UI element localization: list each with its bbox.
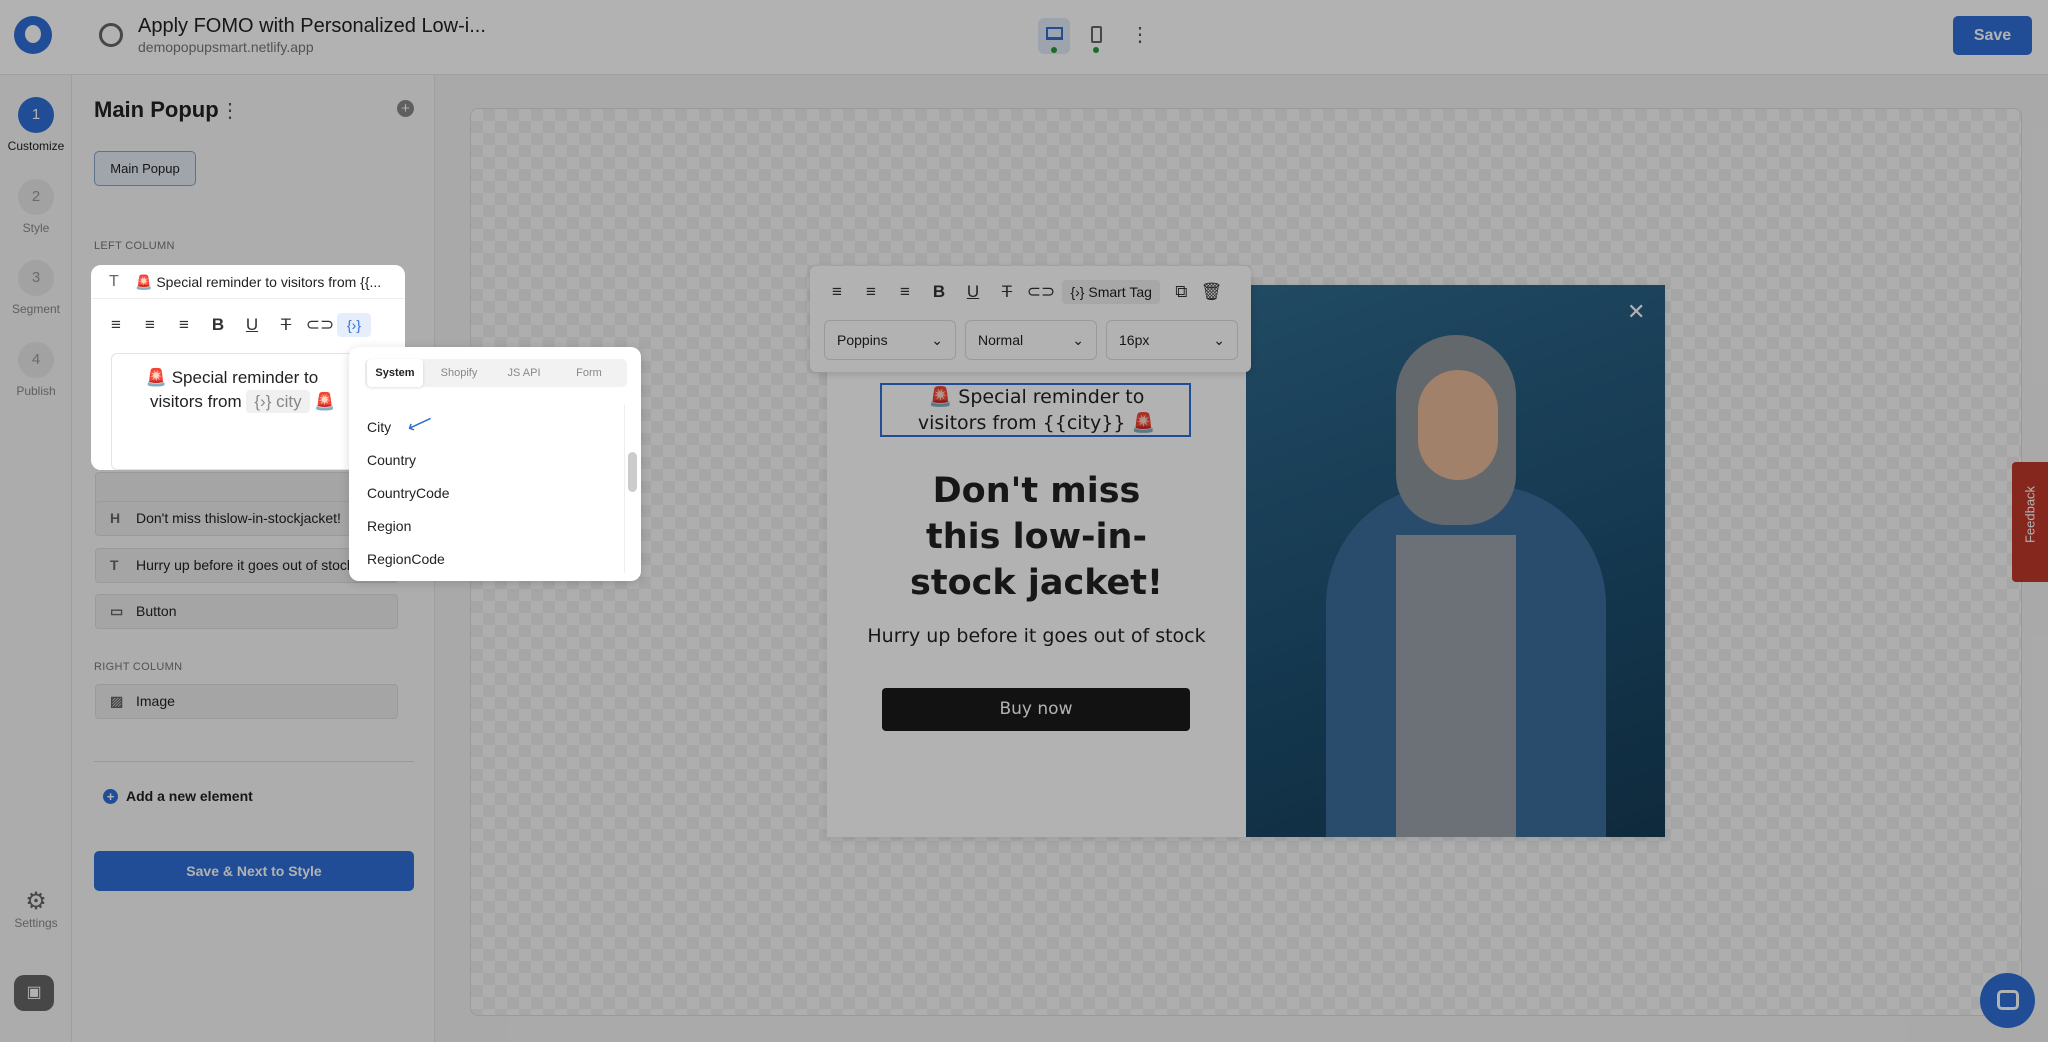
tag-region[interactable]: Region	[367, 518, 411, 534]
underline-icon[interactable]: U	[235, 315, 269, 335]
tab-form[interactable]: Form	[559, 359, 619, 387]
tag-regioncode[interactable]: RegionCode	[367, 551, 445, 567]
tab-js-api[interactable]: JS API	[499, 359, 549, 387]
city-tag: {›} city	[246, 390, 310, 413]
scrollbar-thumb[interactable]	[628, 452, 637, 492]
smart-tag-icon[interactable]: {›}	[337, 313, 371, 337]
tag-countrycode[interactable]: CountryCode	[367, 485, 450, 501]
arrow-pointer-icon: ⟵	[403, 408, 436, 438]
modal-overlay	[0, 0, 2048, 1042]
align-left-icon[interactable]: ≡	[99, 315, 133, 335]
text-type-icon: T	[109, 273, 119, 290]
selected-element-label[interactable]: 🚨 Special reminder to visitors from {{..…	[135, 274, 381, 291]
tag-city[interactable]: City	[367, 419, 391, 435]
scrollbar[interactable]	[624, 405, 625, 573]
align-center-icon[interactable]: ≡	[133, 315, 167, 335]
link-icon[interactable]: ⊂⊃	[303, 315, 337, 335]
tag-country[interactable]: Country	[367, 452, 416, 468]
smart-tag-dropdown: System Shopify JS API Form City ⟵ Countr…	[349, 347, 641, 581]
tab-system[interactable]: System	[367, 359, 423, 387]
align-right-icon[interactable]: ≡	[167, 315, 201, 335]
strikethrough-icon[interactable]: T	[269, 315, 303, 335]
tab-shopify[interactable]: Shopify	[429, 359, 489, 387]
bold-icon[interactable]: B	[201, 315, 235, 335]
